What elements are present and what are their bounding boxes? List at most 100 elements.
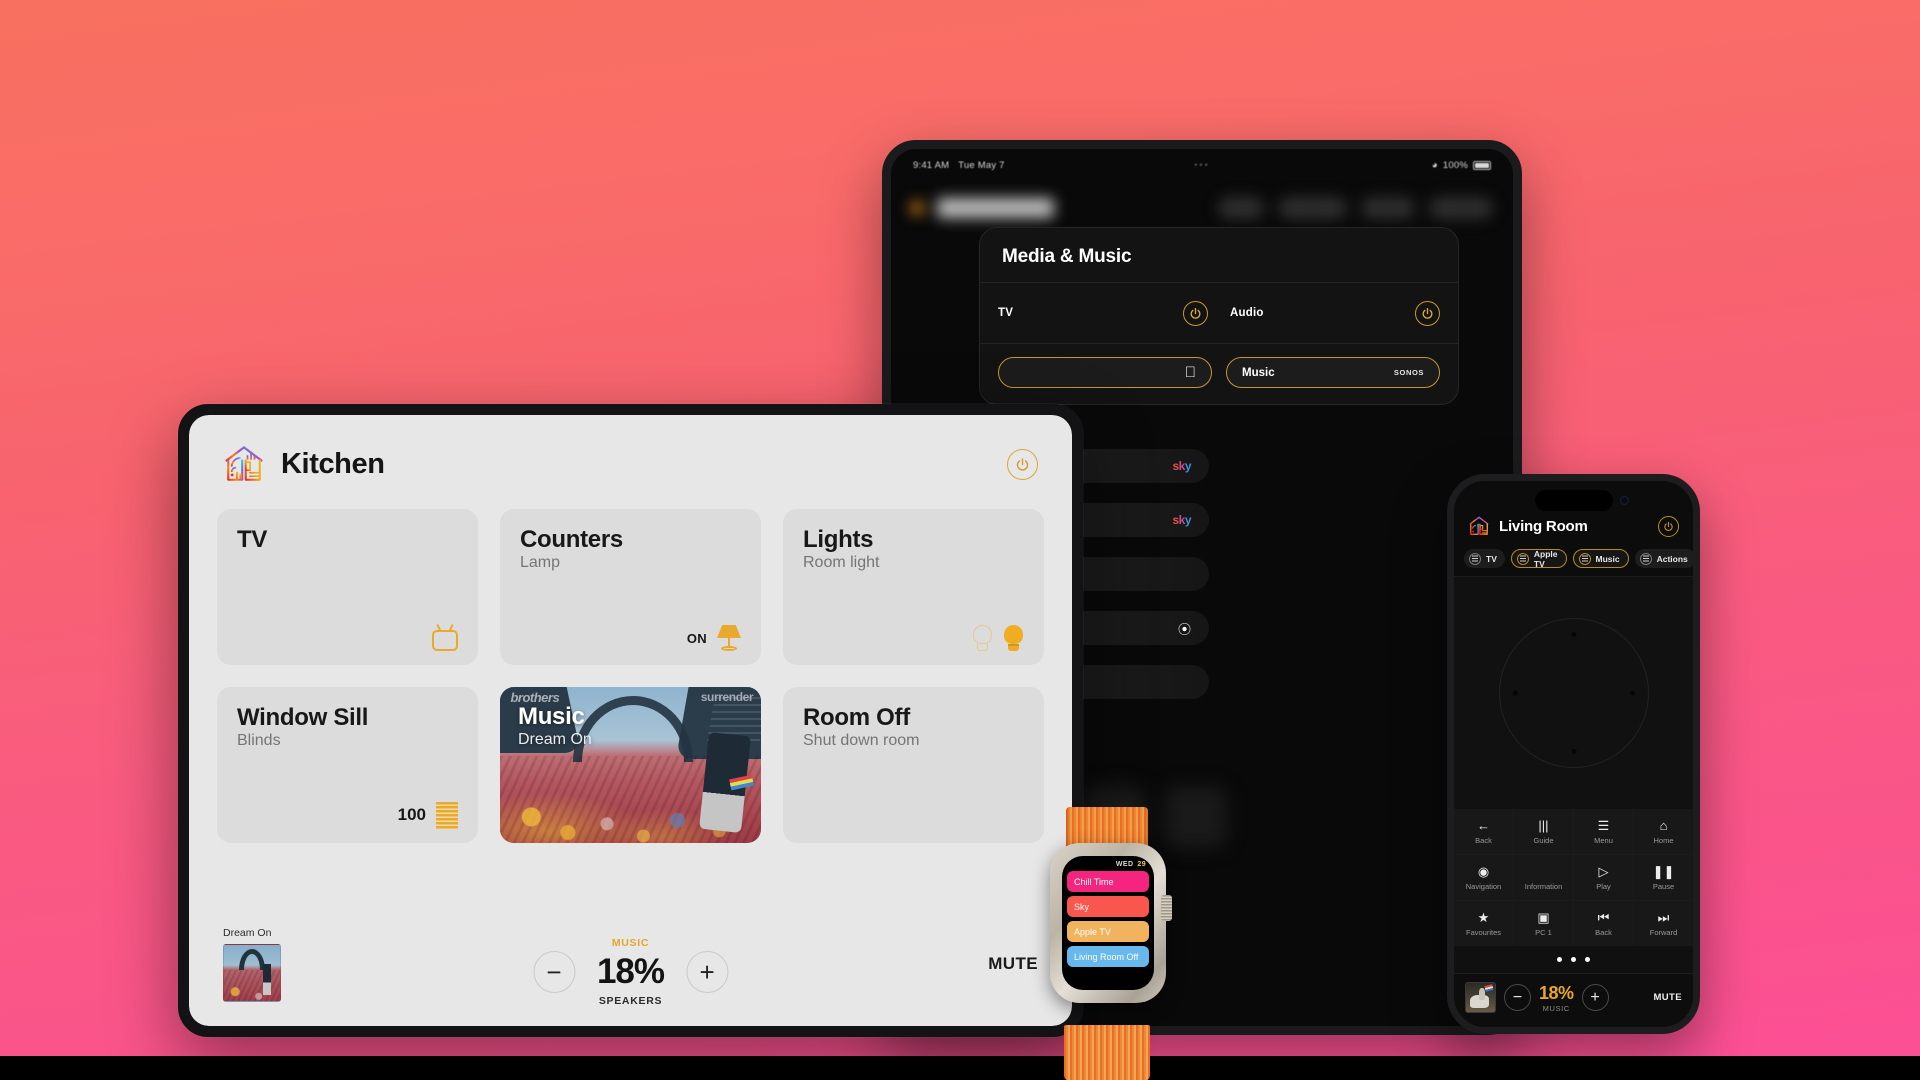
battery-icon <box>1473 160 1491 170</box>
watch-date-number: 29 <box>1137 861 1146 868</box>
volume-source-label: MUSIC <box>611 937 650 949</box>
now-playing-label: Dream On <box>223 926 272 939</box>
page-title: Living Room <box>1499 517 1588 535</box>
tab-tv[interactable]: TV <box>1464 549 1505 568</box>
button-home[interactable]: ⌂ Home <box>1634 809 1693 854</box>
volume-source-label: MUSIC <box>1542 1003 1570 1013</box>
volume-up-button[interactable]: + <box>686 951 729 993</box>
dpad-circle <box>1498 618 1649 768</box>
navigation-icon: ◉ <box>1477 863 1490 879</box>
kitchen-tile-grid: TV Counters Lamp ON Lights Room light Wi… <box>189 495 1072 843</box>
button-label: Back <box>1595 928 1612 937</box>
tv-source-label: TV <box>998 307 1014 319</box>
button-information[interactable]: Information <box>1514 855 1573 900</box>
kitchen-bottom-bar: Dream On MUSIC − 18% + SPEAKERS MUTE <box>189 918 1072 1026</box>
directional-touchpad[interactable] <box>1454 576 1693 809</box>
button-skip-back[interactable]: ⏮ Back <box>1574 901 1633 946</box>
button-pause[interactable]: ❚❚ Pause <box>1634 855 1693 900</box>
page-indicator[interactable] <box>1454 946 1693 973</box>
watch-scene-apple-tv[interactable]: Apple TV <box>1067 921 1149 942</box>
button-label: Back <box>1475 836 1492 845</box>
volume-down-button[interactable]: − <box>1504 984 1531 1011</box>
volume-up-button[interactable]: + <box>1581 984 1609 1011</box>
blurred-chip <box>1217 197 1264 219</box>
tile-room-off[interactable]: Room Off Shut down room <box>783 687 1044 843</box>
apple-tv-pill[interactable]:  <box>998 357 1212 388</box>
mute-button[interactable]: MUTE <box>1653 992 1682 1003</box>
blurred-chip <box>1360 197 1416 219</box>
watch-date: WED 29 <box>1067 861 1149 871</box>
watch-scene-chill-time[interactable]: Chill Time <box>1067 871 1149 892</box>
audio-power-button[interactable] <box>1415 300 1440 326</box>
album-art-thumbnail[interactable] <box>1465 982 1496 1013</box>
dpad-right-dot <box>1629 690 1635 696</box>
media-music-card: Media & Music TV Audio Music SONOS <box>979 227 1459 405</box>
tab-label: Apple TV <box>1533 548 1558 569</box>
volume-down-button[interactable]: − <box>532 951 575 993</box>
room-power-button[interactable] <box>1007 448 1038 480</box>
blurred-logo <box>911 201 924 215</box>
watch-item-label: Living Room Off <box>1074 951 1139 962</box>
tile-title: Music <box>518 703 585 730</box>
tab-label: TV <box>1486 553 1497 564</box>
page-dot <box>1557 957 1562 962</box>
album-art-thumbnail[interactable] <box>223 943 281 1002</box>
tile-subtitle: Blinds <box>237 732 281 750</box>
tile-music[interactable]: brothers surrender Music Dream On <box>500 687 761 843</box>
iphone-device: Living Room TV Apple TV Music Actions ← … <box>1447 474 1700 1034</box>
tab-actions[interactable]: Actions <box>1634 549 1693 568</box>
watch-item-label: Chill Time <box>1074 876 1114 887</box>
ipad-front-device: Kitchen TV Counters Lamp ON Lights Room … <box>178 404 1083 1037</box>
apple-watch-device: WED 29 Chill Time Sky Apple TV Living Ro… <box>1040 807 1176 1080</box>
page-dot <box>1585 957 1590 962</box>
tile-counters[interactable]: Counters Lamp ON <box>500 509 761 665</box>
tile-subtitle: Dream On <box>518 731 592 748</box>
tile-window-sill[interactable]: Window Sill Blinds 100 <box>217 687 478 843</box>
room-power-button[interactable] <box>1658 515 1679 537</box>
skip-back-icon: ⏮ <box>1597 909 1610 925</box>
mute-button[interactable]: MUTE <box>988 954 1038 974</box>
star-icon: ★ <box>1477 909 1490 925</box>
page-title: Kitchen <box>281 447 385 480</box>
button-play[interactable]: ▷ Play <box>1574 855 1633 900</box>
button-label: Favourites <box>1465 928 1501 937</box>
tv-power-button[interactable] <box>1183 300 1208 326</box>
blurred-tile <box>1165 786 1227 848</box>
button-favourites[interactable]: ★ Favourites <box>1454 901 1513 946</box>
volume-percent: 18% <box>596 952 665 991</box>
button-label: Navigation <box>1465 882 1502 891</box>
tab-label: Actions <box>1656 553 1688 564</box>
watch-band-bottom <box>1064 1025 1150 1080</box>
button-pc-1[interactable]: ▣ PC 1 <box>1514 901 1573 946</box>
tab-music[interactable]: Music <box>1572 549 1629 568</box>
tile-subtitle: Shut down room <box>803 732 920 750</box>
media-source-row: TV Audio <box>980 283 1458 343</box>
remote-button-grid: ← Back ||| Guide ☰ Menu ⌂ Home ◉ Navigat… <box>1454 809 1693 946</box>
watch-scene-living-room-off[interactable]: Living Room Off <box>1067 946 1149 967</box>
tile-lights[interactable]: Lights Room light <box>783 509 1044 665</box>
skip-forward-icon: ⏭ <box>1657 909 1670 925</box>
tab-apple-tv[interactable]: Apple TV <box>1510 548 1567 569</box>
kitchen-header: Kitchen <box>189 415 1072 495</box>
ipad-back-blurred-toolbar <box>911 189 1493 227</box>
button-guide[interactable]: ||| Guide <box>1514 809 1573 854</box>
now-playing: Dream On <box>223 927 423 1002</box>
button-menu[interactable]: ☰ Menu <box>1574 809 1633 854</box>
bottom-letterbox <box>0 1056 1920 1080</box>
button-skip-forward[interactable]: ⏭ Forward <box>1634 901 1693 946</box>
digital-crown[interactable] <box>1161 895 1172 921</box>
iphone-screen: Living Room TV Apple TV Music Actions ← … <box>1454 481 1693 1027</box>
button-back[interactable]: ← Back <box>1454 809 1513 854</box>
button-navigation[interactable]: ◉ Navigation <box>1454 855 1513 900</box>
pause-icon: ❚❚ <box>1652 863 1675 879</box>
watch-scene-sky[interactable]: Sky <box>1067 896 1149 917</box>
lightbulb-off-icon <box>972 625 993 651</box>
button-label: Play <box>1596 882 1611 891</box>
lamp-icon <box>717 625 741 651</box>
blurred-chip <box>1277 197 1347 219</box>
tile-title: Counters <box>520 526 623 553</box>
wifi-icon: ◕ <box>1431 159 1438 171</box>
tab-label: Music <box>1595 553 1620 564</box>
music-pill[interactable]: Music SONOS <box>1226 357 1440 388</box>
tile-tv[interactable]: TV <box>217 509 478 665</box>
